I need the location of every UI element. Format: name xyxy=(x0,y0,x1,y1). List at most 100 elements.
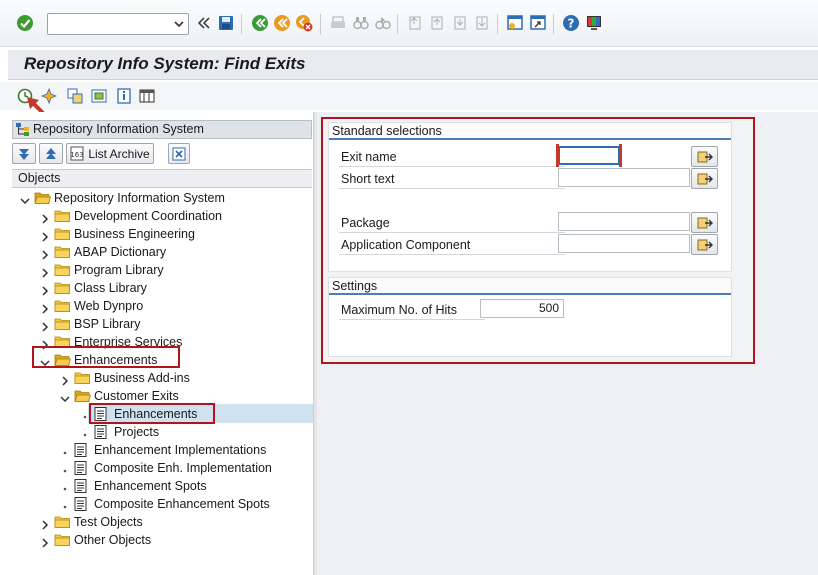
tree-node-label: Class Library xyxy=(74,281,147,295)
help-icon[interactable]: ? xyxy=(560,12,582,34)
tree-node-label: Business Add-ins xyxy=(94,371,190,385)
chevron-right-icon[interactable] xyxy=(40,211,50,224)
exit-name-label: Exit name xyxy=(339,147,565,167)
tree-node[interactable]: Development Coordination xyxy=(40,207,300,225)
collapse-command-icon[interactable] xyxy=(193,12,215,34)
tree-node-label: BSP Library xyxy=(74,317,141,331)
chevron-down-icon[interactable] xyxy=(173,17,185,31)
tree-node[interactable]: Projects xyxy=(80,423,300,441)
table-view-icon[interactable] xyxy=(138,87,156,105)
annotation-box-enhancements xyxy=(32,346,180,368)
chevron-right-icon[interactable] xyxy=(40,319,50,332)
objects-header: Objects xyxy=(12,169,312,188)
customize-layout-icon[interactable] xyxy=(583,12,605,34)
tree-node-label: Business Engineering xyxy=(74,227,195,241)
enter-check-icon[interactable] xyxy=(14,12,36,34)
tree-node[interactable]: Program Library xyxy=(40,261,300,279)
chevron-down-icon[interactable] xyxy=(20,193,30,205)
selection-panel: Standard selections Exit name Short text… xyxy=(321,117,755,364)
svg-text:163: 163 xyxy=(70,151,83,159)
back-icon[interactable] xyxy=(249,12,271,34)
print-icon xyxy=(327,12,349,34)
tree-node-label: Development Coordination xyxy=(74,209,223,223)
chevron-right-icon[interactable] xyxy=(40,229,50,242)
close-icon xyxy=(172,147,186,160)
command-field[interactable] xyxy=(47,13,189,35)
chevron-right-icon[interactable] xyxy=(60,373,70,386)
next-page-icon xyxy=(448,12,470,34)
application-component-input[interactable] xyxy=(558,234,690,253)
save-icon[interactable] xyxy=(215,12,237,34)
application-toolbar xyxy=(0,82,818,122)
chevron-down-icon[interactable] xyxy=(60,391,70,403)
tree-node[interactable]: ABAP Dictionary xyxy=(40,243,300,261)
short-text-input[interactable] xyxy=(558,168,690,187)
settings-group: Settings Maximum No. of Hits 500 xyxy=(328,277,732,357)
tree-node-label: Web Dynpro xyxy=(74,299,144,313)
package-input[interactable] xyxy=(558,212,690,231)
repository-header-label: Repository Information System xyxy=(33,122,204,136)
collapse-all-button[interactable] xyxy=(39,143,63,164)
chevron-right-icon[interactable] xyxy=(40,247,50,260)
objects-label: Objects xyxy=(18,171,61,185)
chevron-right-icon[interactable] xyxy=(40,535,50,548)
max-hits-label: Maximum No. of Hits xyxy=(339,300,485,320)
tree-node[interactable]: Composite Enh. Implementation xyxy=(60,459,300,477)
max-hits-input[interactable]: 500 xyxy=(480,299,564,318)
close-tree-button[interactable] xyxy=(168,143,190,164)
cancel-icon[interactable] xyxy=(293,12,315,34)
tree-node[interactable]: BSP Library xyxy=(40,315,300,333)
tree-node[interactable]: Other Objects xyxy=(40,531,300,549)
find-next-icon xyxy=(372,12,394,34)
information-icon[interactable] xyxy=(115,87,133,105)
tree-node[interactable]: Repository Information System xyxy=(20,189,300,207)
previous-page-icon xyxy=(425,12,447,34)
short-text-label: Short text xyxy=(339,169,565,189)
bullet-icon xyxy=(60,445,70,455)
tree-node-label: Composite Enhancement Spots xyxy=(94,497,270,511)
tree-node[interactable]: Web Dynpro xyxy=(40,297,300,315)
exit-name-multiple-selection-button[interactable] xyxy=(691,146,718,167)
package-multiple-selection-button[interactable] xyxy=(691,212,718,233)
exit-icon[interactable] xyxy=(271,12,293,34)
list-archive-button[interactable]: 163 List Archive xyxy=(66,143,154,164)
copy-object-icon[interactable] xyxy=(66,87,84,105)
standard-selections-title: Standard selections xyxy=(329,123,731,140)
navigation-pane: Repository Information System 163 List A… xyxy=(0,112,313,575)
selection-screen: Standard selections Exit name Short text… xyxy=(317,112,818,575)
collapse-all-icon xyxy=(46,147,56,159)
list-archive-label: List Archive xyxy=(88,146,150,161)
expand-all-icon xyxy=(19,148,29,160)
tree-node[interactable]: Business Add-ins xyxy=(60,369,300,387)
chevron-right-icon[interactable] xyxy=(40,301,50,314)
tree-node-label: Repository Information System xyxy=(54,191,225,205)
create-session-icon[interactable] xyxy=(504,12,526,34)
tree-node-label: Composite Enh. Implementation xyxy=(94,461,272,475)
tree-node-label: Enhancement Spots xyxy=(94,479,207,493)
generate-shortcut-icon[interactable] xyxy=(527,12,549,34)
exit-name-focus-frame xyxy=(556,144,622,167)
chevron-right-icon[interactable] xyxy=(40,517,50,530)
short-text-multiple-selection-button[interactable] xyxy=(691,168,718,189)
application-component-multiple-selection-button[interactable] xyxy=(691,234,718,255)
chevron-right-icon[interactable] xyxy=(40,265,50,278)
tree-node[interactable]: Business Engineering xyxy=(40,225,300,243)
tree-node[interactable]: Class Library xyxy=(40,279,300,297)
display-object-icon[interactable] xyxy=(90,87,108,105)
folder-icon xyxy=(54,533,71,552)
multiple-selection-icon xyxy=(697,217,713,228)
tree-node[interactable]: Test Objects xyxy=(40,513,300,531)
tree-node[interactable]: Composite Enhancement Spots xyxy=(60,495,300,513)
bullet-icon xyxy=(60,481,70,491)
chevron-right-icon[interactable] xyxy=(40,283,50,296)
hierarchy-icon xyxy=(16,123,30,141)
package-label: Package xyxy=(339,213,565,233)
tree-node[interactable]: Enhancement Implementations xyxy=(60,441,300,459)
multiple-selection-icon xyxy=(697,173,713,184)
expand-all-button[interactable] xyxy=(12,143,36,164)
tree-node-label: Test Objects xyxy=(74,515,143,529)
bullet-icon xyxy=(80,427,90,437)
find-icon xyxy=(350,12,372,34)
tree-node[interactable]: Enhancement Spots xyxy=(60,477,300,495)
svg-text:?: ? xyxy=(568,17,575,31)
